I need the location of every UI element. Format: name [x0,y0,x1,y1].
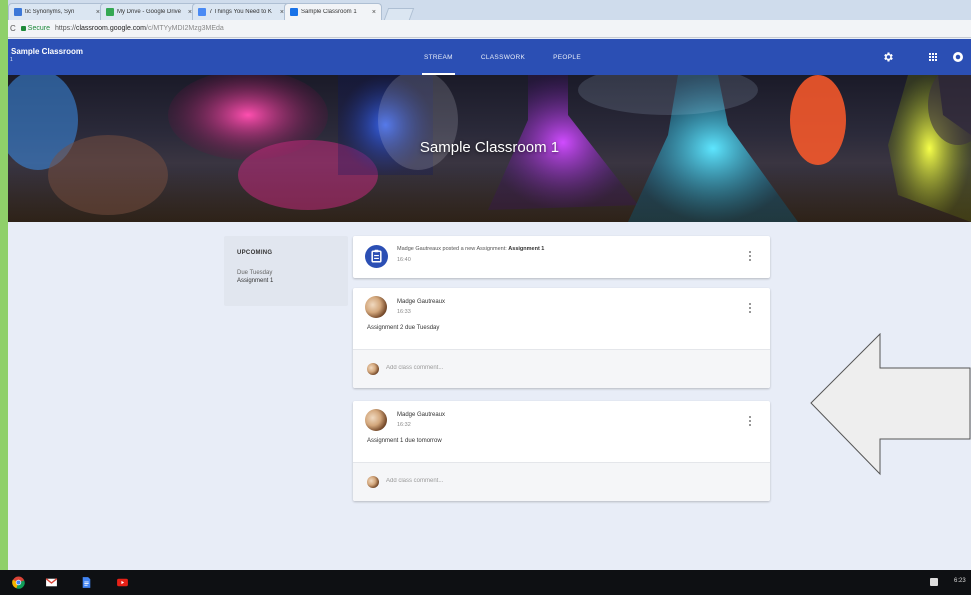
classroom-favicon-icon [290,8,298,16]
more-vert-icon[interactable] [749,416,752,428]
secure-indicator[interactable]: Secure [20,25,50,32]
drive-favicon-icon [106,8,114,16]
reload-icon[interactable]: C [10,24,16,33]
class-comment-input[interactable] [386,365,586,371]
upcoming-assignment-link[interactable]: Assignment 1 [237,278,335,284]
secure-label: Secure [27,25,50,32]
more-vert-icon[interactable] [749,303,752,315]
chrome-icon[interactable] [12,576,25,589]
tab-title: tic Synonyms, Syn [25,9,75,15]
stream-post: Madge Gautreaux 16:32 Assignment 1 due t… [353,401,770,501]
post-body: Assignment 1 due tomorrow [367,438,442,444]
announcement-text: Madge Gautreaux posted a new Assignment:… [397,246,544,252]
announcement-time: 16:40 [397,257,411,263]
class-banner: Sample Classroom 1 [8,75,971,222]
assignment-announcement-card[interactable]: Madge Gautreaux posted a new Assignment:… [353,236,770,278]
browser-tab-classroom[interactable]: Sample Classroom 1 × [284,3,382,20]
tab-title: Sample Classroom 1 [301,9,357,15]
upcoming-due-date: Due Tuesday [237,270,273,276]
gear-icon[interactable] [882,51,894,63]
browser-tab-drive[interactable]: My Drive - Google Drive × [100,3,198,20]
post-author: Madge Gautreaux [397,299,446,305]
comment-avatar [367,363,379,375]
avatar [365,409,387,431]
lock-icon [20,26,26,31]
class-comment-bar [353,349,770,388]
post-time: 16:32 [397,422,411,428]
account-icon[interactable] [952,51,964,63]
tab-favicon-icon [14,8,22,16]
url-text[interactable]: https://classroom.google.com/c/MTYyMDI2M… [55,25,224,32]
url-scheme: https:// [54,25,76,32]
avatar [365,296,387,318]
docs-icon[interactable] [80,576,93,589]
upcoming-card: UPCOMING Due Tuesday Assignment 1 [224,236,348,306]
comment-avatar [367,476,379,488]
class-nav-tabs: STREAM CLASSWORK PEOPLE [410,39,595,75]
announcement-prefix: Madge Gautreaux posted a new Assignment: [397,246,509,252]
announcement-assignment-link[interactable]: Assignment 1 [508,246,544,252]
browser-tab-article[interactable]: 7 Things You Need to K × [192,3,290,20]
class-name[interactable]: Sample Classroom [11,47,83,56]
class-comment-input[interactable] [386,478,586,484]
class-section: 1 [10,57,13,63]
post-time: 16:33 [397,309,411,315]
upcoming-heading: UPCOMING [237,250,273,256]
tab-title: My Drive - Google Drive [117,9,182,15]
banner-class-title: Sample Classroom 1 [419,139,560,156]
classroom-app-bar: Sample Classroom 1 STREAM CLASSWORK PEOP… [8,39,971,75]
tab-title: 7 Things You Need to K [209,9,272,15]
class-comment-bar [353,462,770,501]
apps-grid-icon[interactable] [927,51,939,63]
tab-stream[interactable]: STREAM [410,39,467,75]
tab-favicon-icon [198,8,206,16]
screen: tic Synonyms, Syn × My Drive - Google Dr… [8,0,971,573]
url-path: /c/MTYyMDI2Mzg3MEda [146,25,224,32]
youtube-icon[interactable] [116,576,129,589]
system-clock[interactable]: 6:23 [954,578,966,584]
tab-people[interactable]: PEOPLE [539,39,595,75]
assignment-icon [365,245,388,268]
os-taskbar: 6:23 [0,570,971,595]
tray-notification-icon[interactable] [930,578,938,586]
stream-post: Madge Gautreaux 16:33 Assignment 2 due T… [353,288,770,388]
new-tab-button[interactable] [383,8,415,20]
browser-tab-strip: tic Synonyms, Syn × My Drive - Google Dr… [8,0,971,20]
post-author: Madge Gautreaux [397,412,446,418]
annotation-arrow-left-icon [810,333,971,476]
tab-classwork[interactable]: CLASSWORK [467,39,539,75]
post-body: Assignment 2 due Tuesday [367,325,440,331]
browser-tab-synonyms[interactable]: tic Synonyms, Syn × [8,3,106,20]
tab-close-icon[interactable]: × [372,9,376,16]
url-host: classroom.google.com [75,25,147,32]
address-bar[interactable]: C Secure https://classroom.google.com/c/… [8,20,971,38]
more-vert-icon[interactable] [749,251,752,263]
gmail-icon[interactable] [45,576,58,589]
